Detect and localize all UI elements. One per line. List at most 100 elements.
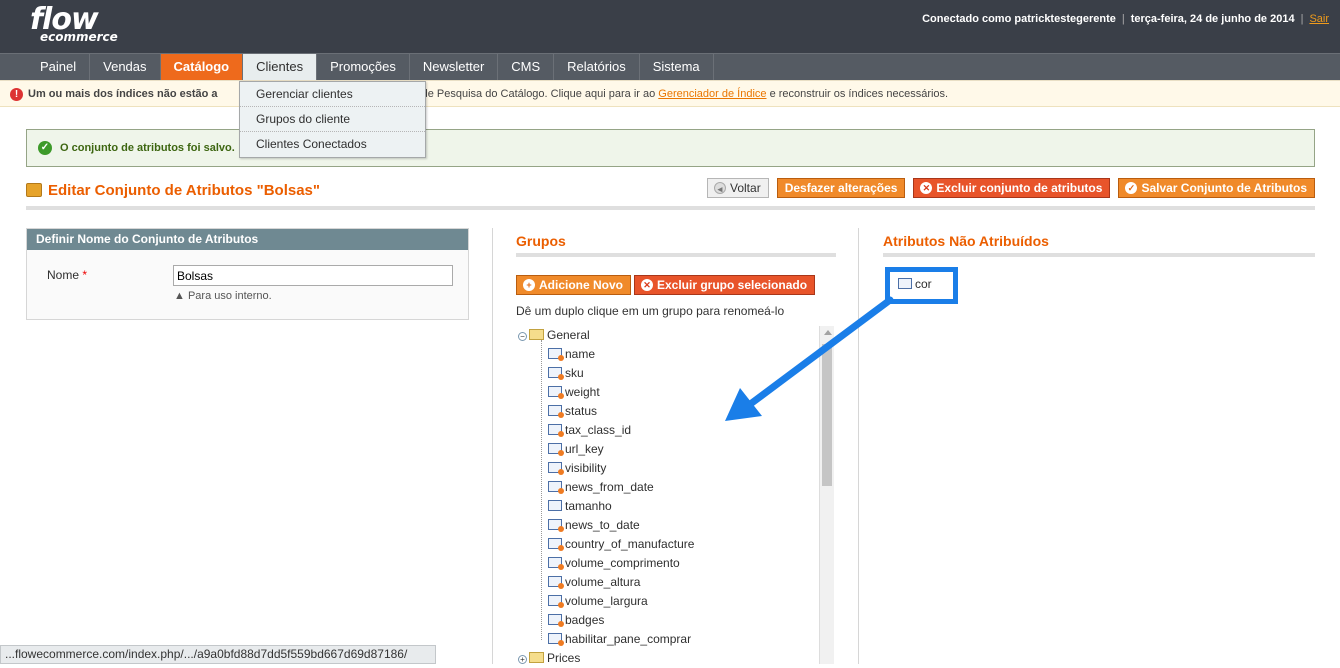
column-divider-1 <box>492 228 493 664</box>
back-arrow-icon: ◂ <box>714 182 726 194</box>
save-set-button[interactable]: ✓ Salvar Conjunto de Atributos <box>1118 178 1315 198</box>
delete-icon: ✕ <box>920 182 933 194</box>
success-text: O conjunto de atributos foi salvo. <box>60 142 235 154</box>
attribute-label: name <box>565 347 596 361</box>
attribute-icon <box>548 462 564 475</box>
attribute-icon <box>548 481 564 494</box>
attribute-icon <box>548 519 564 532</box>
reset-label: Desfazer alterações <box>784 181 898 195</box>
attribute-icon <box>548 405 564 418</box>
attribute-icon <box>548 576 564 589</box>
nav-catalogo[interactable]: Catálogo <box>160 54 244 80</box>
nav-clientes[interactable]: Clientes <box>243 54 318 80</box>
page-title-text: Editar Conjunto de Atributos "Bolsas" <box>48 182 321 199</box>
notice-bold: Um ou mais dos índices não estão a <box>28 88 218 100</box>
set-name-panel: Definir Nome do Conjunto de Atributos No… <box>26 228 469 320</box>
attribute-icon <box>548 633 564 646</box>
folder-icon <box>529 652 544 663</box>
unassigned-divider <box>883 253 1315 257</box>
nav-newsletter[interactable]: Newsletter <box>410 54 499 80</box>
attribute-label: habilitar_pane_comprar <box>565 632 692 646</box>
menu-online-customers[interactable]: Clientes Conectados <box>240 132 425 157</box>
folder-icon <box>529 329 544 340</box>
attribute-icon <box>548 348 564 361</box>
add-group-label: Adicione Novo <box>539 278 624 292</box>
notice-text-2: e reconstruir os índices necessários. <box>766 88 949 100</box>
note-text: Para uso interno. <box>187 290 272 302</box>
tree-attribute-item[interactable]: volume_comprimento <box>518 554 818 573</box>
attribute-label: tamanho <box>565 499 612 513</box>
attribute-label: url_key <box>565 442 604 456</box>
unassigned-attribute-item[interactable]: cor <box>898 275 932 294</box>
attribute-label: country_of_manufacture <box>565 537 695 551</box>
tree-attribute-item[interactable]: volume_altura <box>518 573 818 592</box>
menu-customer-groups[interactable]: Grupos do cliente <box>240 107 425 132</box>
success-message: ✓ O conjunto de atributos foi salvo. <box>26 129 1315 167</box>
index-notice: ! Um ou mais dos índices não estão a ice … <box>0 80 1340 107</box>
tree-attribute-item[interactable]: tamanho <box>518 497 818 516</box>
menu-manage-customers[interactable]: Gerenciar clientes <box>240 82 425 107</box>
browser-status-bar: ...flowecommerce.com/index.php/.../a9a0b… <box>0 645 436 664</box>
clientes-dropdown: Gerenciar clientes Grupos do cliente Cli… <box>239 81 426 158</box>
field-note: ▲ Para uso interno. <box>174 290 272 302</box>
nav-sistema[interactable]: Sistema <box>640 54 714 80</box>
collapse-icon[interactable]: − <box>518 332 527 341</box>
logout-link[interactable]: Sair <box>1309 13 1329 25</box>
name-label: Nome * <box>47 268 87 282</box>
attribute-icon <box>548 538 564 551</box>
attribute-label: volume_altura <box>565 575 641 589</box>
delete-set-button[interactable]: ✕ Excluir conjunto de atributos <box>913 178 1111 198</box>
attribute-icon <box>548 386 564 399</box>
tree-group-prices[interactable]: + Prices <box>518 649 818 668</box>
attribute-label: visibility <box>565 461 607 475</box>
attribute-label: tax_class_id <box>565 423 632 437</box>
attribute-label: status <box>565 404 598 418</box>
logo[interactable]: flow ecommerce <box>30 5 118 44</box>
nav-relatorios[interactable]: Relatórios <box>554 54 640 80</box>
attribute-label: weight <box>565 385 600 399</box>
tree-attribute-item[interactable]: news_to_date <box>518 516 818 535</box>
delete-group-icon: ✕ <box>641 279 653 291</box>
unassigned-title: Atributos Não Atribuídos <box>883 233 1049 249</box>
title-divider <box>26 206 1315 210</box>
index-manager-link[interactable]: Gerenciador de Índice <box>658 88 766 100</box>
add-group-button[interactable]: + Adicione Novo <box>516 275 632 295</box>
delete-label: Excluir conjunto de atributos <box>936 181 1103 195</box>
page-title: Editar Conjunto de Atributos "Bolsas" <box>26 182 320 199</box>
back-label: Voltar <box>730 181 761 195</box>
tree-attribute-item[interactable]: visibility <box>518 459 818 478</box>
expand-icon[interactable]: + <box>518 655 527 664</box>
drag-arrow-icon <box>725 296 894 421</box>
tree-attribute-item[interactable]: news_from_date <box>518 478 818 497</box>
attribute-icon <box>548 500 562 511</box>
tree-attribute-item[interactable]: badges <box>518 611 818 630</box>
error-icon: ! <box>10 88 23 101</box>
attribute-label: news_to_date <box>565 518 640 532</box>
header-user-info: Conectado como patricktestegerente | terça… <box>922 13 1329 25</box>
attribute-icon <box>898 278 912 289</box>
admin-header: flow ecommerce Conectado como patricktes… <box>0 0 1340 53</box>
save-check-icon: ✓ <box>1125 182 1138 194</box>
reset-button[interactable]: Desfazer alterações <box>776 178 906 198</box>
attribute-icon <box>548 443 564 456</box>
nav-promocoes[interactable]: Promoções <box>317 54 410 80</box>
nav-cms[interactable]: CMS <box>498 54 555 80</box>
attribute-label: cor <box>915 277 932 291</box>
check-icon: ✓ <box>38 141 52 155</box>
tree-attribute-item[interactable]: volume_largura <box>518 592 818 611</box>
attribute-icon <box>548 424 564 437</box>
attribute-icon <box>548 557 564 570</box>
nav-vendas[interactable]: Vendas <box>90 54 161 80</box>
tree-attribute-item[interactable]: habilitar_pane_comprar <box>518 630 818 649</box>
tree-attribute-item[interactable]: country_of_manufacture <box>518 535 818 554</box>
back-button[interactable]: ◂ Voltar <box>707 178 769 198</box>
groups-title: Grupos <box>516 233 566 249</box>
group-label: General <box>547 328 590 342</box>
attribute-label: badges <box>565 613 605 627</box>
set-name-input[interactable] <box>173 265 453 286</box>
logged-user: Conectado como patricktestegerente <box>922 13 1116 25</box>
groups-divider <box>516 253 836 257</box>
attribute-icon <box>548 595 564 608</box>
nav-painel[interactable]: Painel <box>27 54 91 80</box>
tree-attribute-item[interactable]: url_key <box>518 440 818 459</box>
